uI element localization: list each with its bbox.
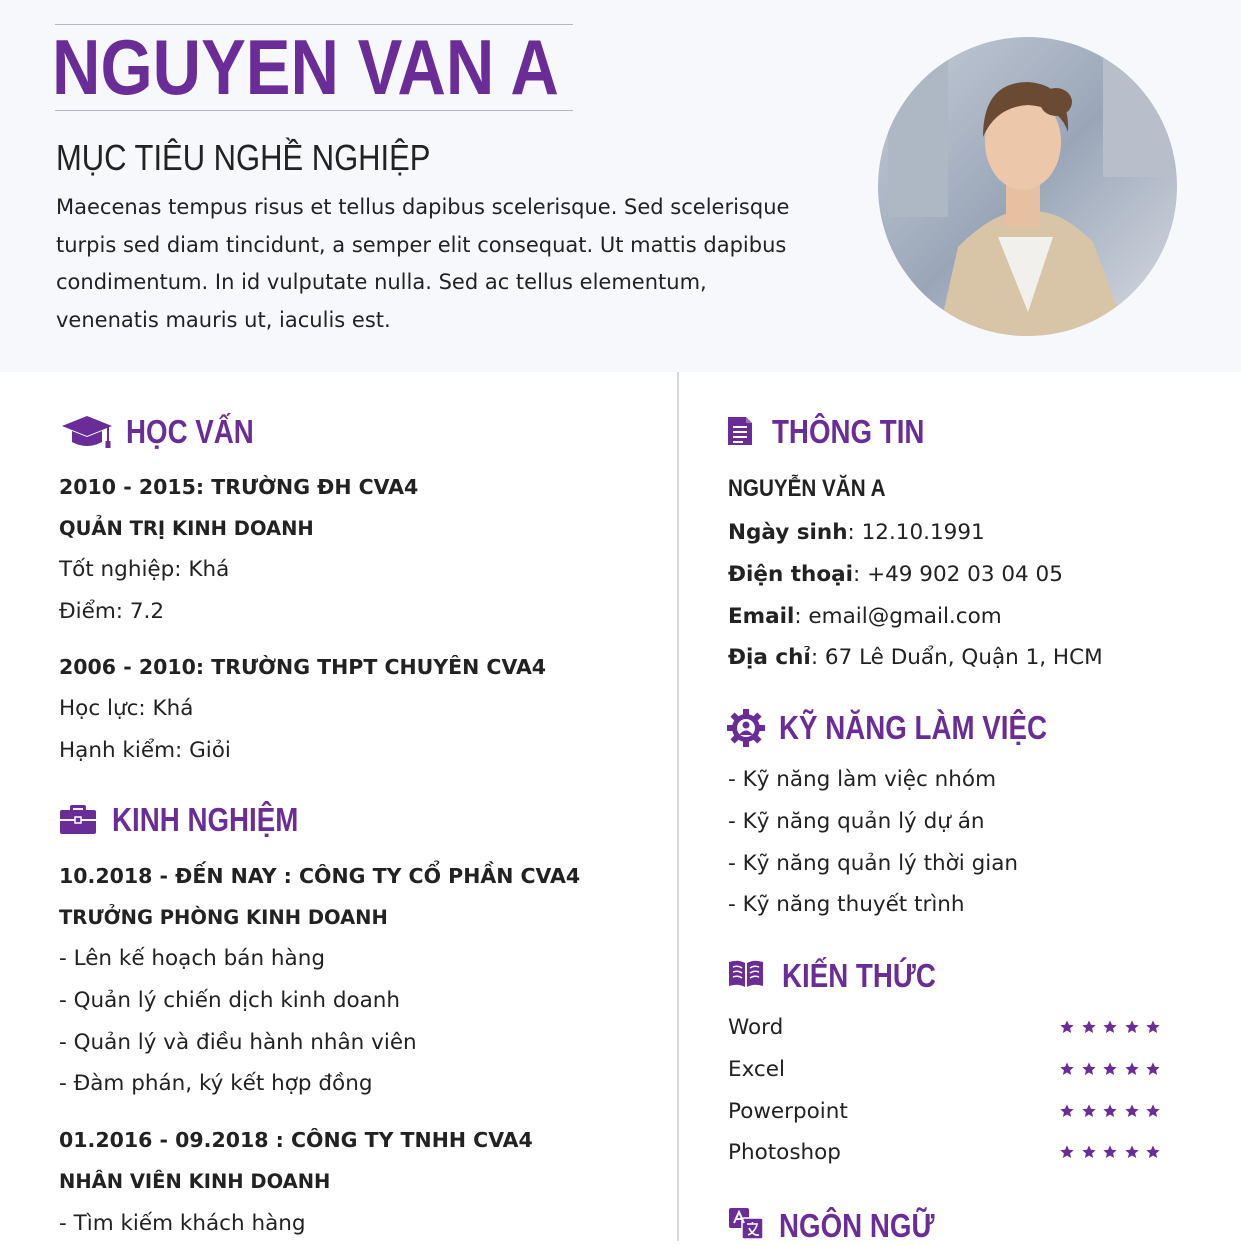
star-icon	[1146, 1020, 1160, 1033]
objective-text: Maecenas tempus risus et tellus dapibus …	[56, 195, 790, 332]
skill-item: - Kỹ năng quản lý dự án	[728, 809, 985, 834]
skill-item: - Kỹ năng thuyết trình	[728, 892, 965, 917]
experience-task: - Tìm kiếm khách hàng	[59, 1211, 306, 1236]
info-field-phone: Điện thoại: +49 902 03 04 05	[728, 561, 1063, 589]
education-title: HỌC VẤN	[126, 413, 254, 450]
experience-task: - Quản lý và điều hành nhân viên	[59, 1030, 417, 1055]
education-line: Học lực: Khá	[59, 696, 194, 721]
knowledge-rating	[1059, 1144, 1161, 1160]
star-icon	[1124, 1020, 1139, 1033]
knowledge-item-name: Excel	[728, 1057, 785, 1082]
star-icon	[1103, 1020, 1117, 1033]
knowledge-item-name: Powerpoint	[728, 1099, 848, 1124]
knowledge-rating	[1059, 1061, 1161, 1077]
education-line: Tốt nghiệp: Khá	[59, 557, 230, 582]
candidate-name: NGUYEN VAN A	[52, 23, 559, 111]
info-value: : 67 Lê Duẩn, Quận 1, HCM	[810, 645, 1103, 670]
experience-task: - Lên kế hoạch bán hàng	[59, 946, 325, 971]
info-value: : +49 902 03 04 05	[853, 562, 1063, 587]
experience-title: KINH NGHIỆM	[112, 801, 299, 838]
info-title: THÔNG TIN	[772, 413, 925, 450]
star-icon	[1146, 1104, 1160, 1117]
graduation-cap-icon	[62, 416, 112, 448]
info-field-email: Email: email@gmail.com	[728, 603, 1002, 631]
skill-item: - Kỹ năng quản lý thời gian	[728, 851, 1019, 876]
star-icon	[1124, 1104, 1139, 1117]
briefcase-icon	[60, 805, 96, 834]
experience-role-2: NHÂN VIÊN KINH DOANH	[59, 1170, 331, 1193]
star-icon	[1081, 1062, 1096, 1075]
star-icon	[1081, 1145, 1096, 1158]
info-label: Địa chỉ	[728, 645, 811, 670]
experience-role-1: TRƯỞNG PHÒNG KINH DOANH	[59, 906, 388, 929]
knowledge-rating	[1059, 1019, 1161, 1035]
education-line: Điểm: 7.2	[59, 599, 165, 624]
skill-item: - Kỹ năng làm việc nhóm	[728, 767, 997, 792]
objective-title: MỤC TIÊU NGHỀ NGHIỆP	[56, 137, 431, 178]
experience-heading-2: 01.2016 - 09.2018 : CÔNG TY TNHH CVA4	[59, 1128, 533, 1152]
profile-photo	[878, 37, 1177, 336]
education-heading-1: 2010 - 2015: TRƯỜNG ĐH CVA4	[59, 475, 419, 499]
star-icon	[1060, 1145, 1074, 1158]
education-heading-2: 2006 - 2010: TRƯỜNG THPT CHUYÊN CVA4	[59, 655, 547, 679]
star-icon	[1103, 1104, 1117, 1117]
languages-title: NGÔN NGỮ	[779, 1207, 935, 1244]
info-value: : email@gmail.com	[794, 604, 1002, 629]
education-line: Hạnh kiểm: Giỏi	[59, 738, 231, 763]
info-label: Điện thoại	[728, 562, 853, 587]
education-major-1: QUẢN TRỊ KINH DOANH	[59, 517, 314, 540]
info-field-address: Địa chỉ: 67 Lê Duẩn, Quận 1, HCM	[728, 644, 1103, 672]
open-book-icon	[729, 960, 763, 987]
column-divider	[677, 372, 679, 1241]
document-icon	[728, 417, 752, 445]
name-bottom-rule	[55, 110, 573, 111]
star-icon	[1081, 1020, 1096, 1033]
star-icon	[1060, 1104, 1074, 1117]
info-label: Ngày sinh	[728, 520, 848, 545]
star-icon	[1146, 1145, 1160, 1158]
knowledge-rating	[1059, 1103, 1161, 1119]
experience-task: - Đàm phán, ký kết hợp đồng	[59, 1071, 373, 1096]
info-label: Email	[728, 604, 795, 629]
experience-task: - Quản lý chiến dịch kinh doanh	[59, 988, 401, 1013]
star-icon	[1103, 1062, 1117, 1075]
experience-heading-1: 10.2018 - ĐẾN NAY : CÔNG TY CỔ PHẦN CVA4	[59, 864, 581, 888]
info-field-birthdate: Ngày sinh: 12.10.1991	[728, 519, 985, 547]
translate-icon	[729, 1208, 764, 1240]
star-icon	[1124, 1062, 1139, 1075]
info-value: : 12.10.1991	[847, 520, 985, 545]
star-icon	[1060, 1062, 1074, 1075]
gear-person-icon	[727, 709, 765, 747]
star-icon	[1060, 1020, 1074, 1033]
star-icon	[1103, 1145, 1117, 1158]
knowledge-title: KIẾN THỨC	[782, 957, 936, 994]
star-icon	[1146, 1062, 1160, 1075]
knowledge-item-name: Word	[728, 1015, 784, 1040]
skills-title: KỸ NĂNG LÀM VIỆC	[779, 709, 1047, 746]
knowledge-item-name: Photoshop	[728, 1140, 841, 1165]
star-icon	[1081, 1104, 1096, 1117]
star-icon	[1124, 1145, 1139, 1158]
info-full-name: NGUYỄN VĂN A	[728, 475, 886, 502]
